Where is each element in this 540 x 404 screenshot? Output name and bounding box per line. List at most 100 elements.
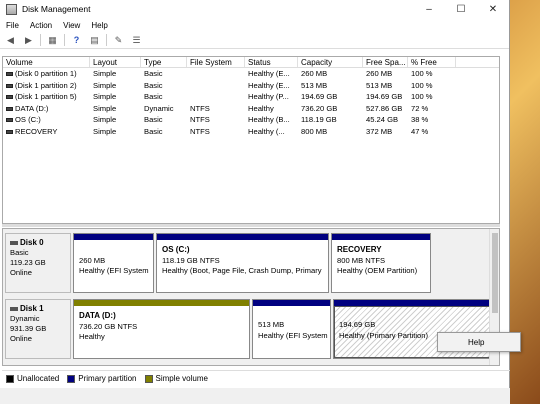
layout-cell: Simple: [93, 80, 117, 90]
column-volume[interactable]: Volume: [3, 57, 90, 67]
disk-management-window: Disk Management – ☐ ✕ File Action View H…: [0, 0, 510, 404]
close-icon[interactable]: ✕: [477, 0, 509, 18]
percent-free-cell: 100 %: [411, 92, 433, 101]
disk-state: Online: [10, 268, 32, 277]
volume-cell: OS (C:): [3, 114, 90, 126]
drive-icon: [6, 118, 13, 122]
percent-free-cell: 100 %: [411, 69, 433, 78]
volume-name: RECOVERY: [15, 126, 58, 136]
back-arrow-icon[interactable]: ◀: [4, 34, 17, 46]
percent-free-cell: 38 %: [411, 115, 429, 124]
column-free-space[interactable]: Free Spa...: [363, 57, 408, 67]
partition-data-d[interactable]: DATA (D:) 736.20 GB NTFS Healthy: [73, 299, 250, 359]
simple-volume-swatch: [144, 374, 153, 383]
table-row[interactable]: (Disk 0 partition 1) Simple Basic Health…: [3, 68, 499, 80]
partition-text: 513 MB Healthy (EFI System: [253, 306, 330, 341]
maximize-icon[interactable]: ☐: [445, 0, 477, 18]
toolbar: ◀ ▶ ▦ ? ▤ ✎ ☰: [0, 32, 509, 49]
menu-view[interactable]: View: [63, 21, 80, 30]
volume-cell: (Disk 1 partition 2): [3, 80, 90, 92]
layout-cell: Simple: [93, 69, 117, 78]
column-status[interactable]: Status: [245, 57, 298, 67]
menu-file[interactable]: File: [6, 21, 19, 30]
partition-status: Healthy (Boot, Page File, Crash Dump, Pr…: [162, 266, 322, 275]
scrollbar-thumb[interactable]: [492, 233, 498, 313]
table-row[interactable]: RECOVERY Simple Basic NTFS Healthy (... …: [3, 126, 499, 138]
partition-title: RECOVERY: [337, 245, 382, 254]
filesystem-cell: [187, 80, 245, 92]
partition-status: Healthy (OEM Partition): [337, 266, 418, 275]
filesystem-cell: [187, 91, 245, 103]
volume-list: Volume Layout Type File System Status Ca…: [2, 56, 500, 224]
volume-list-header: Volume Layout Type File System Status Ca…: [3, 57, 499, 68]
disk-1-label[interactable]: Disk 1 Dynamic 931.39 GB Online: [5, 299, 71, 359]
pane-splitter[interactable]: [2, 224, 500, 227]
partition-title: DATA (D:): [79, 311, 116, 320]
connect-icon[interactable]: ✎: [112, 34, 125, 46]
disk-graphical-view: Disk 0 Basic 119.23 GB Online 260 MB Hea…: [2, 228, 500, 366]
toolbar-separator: [64, 34, 65, 46]
filesystem-cell: NTFS: [190, 103, 210, 113]
volume-name: (Disk 0 partition 1): [15, 69, 77, 78]
capacity-cell: 194.69 GB: [301, 92, 338, 101]
status-cell: Healthy (E...: [248, 80, 290, 90]
partition-efi-disk1[interactable]: 513 MB Healthy (EFI System: [252, 299, 331, 359]
volume-name: OS (C:): [15, 115, 41, 124]
free-space-cell: 513 MB: [366, 80, 393, 90]
primary-partition-swatch: [67, 374, 76, 383]
type-cell: Basic: [144, 92, 163, 101]
menu-help[interactable]: Help: [91, 21, 107, 30]
disk-0-label[interactable]: Disk 0 Basic 119.23 GB Online: [5, 233, 71, 293]
view-list-icon[interactable]: ☰: [130, 34, 143, 46]
menu-action[interactable]: Action: [30, 21, 52, 30]
window-controls: – ☐ ✕: [413, 0, 509, 18]
properties-icon[interactable]: ▤: [88, 34, 101, 46]
type-cell: Dynamic: [144, 103, 174, 113]
column-layout[interactable]: Layout: [90, 57, 141, 67]
partition-recovery[interactable]: RECOVERY 800 MB NTFS Healthy (OEM Partit…: [331, 233, 431, 293]
filesystem-cell: NTFS: [190, 115, 210, 124]
legend-unallocated: Unallocated: [17, 374, 60, 383]
forward-arrow-icon[interactable]: ▶: [22, 34, 35, 46]
column-percent-free[interactable]: % Free: [408, 57, 456, 67]
layout-cell: Simple: [93, 92, 117, 101]
drive-icon: [6, 83, 13, 88]
volume-name: DATA (D:): [15, 103, 49, 113]
type-cell: Basic: [144, 80, 163, 90]
partition-text: RECOVERY 800 MB NTFS Healthy (OEM Partit…: [332, 240, 430, 277]
partition-os-c[interactable]: OS (C:) 118.19 GB NTFS Healthy (Boot, Pa…: [156, 233, 329, 293]
help-icon[interactable]: ?: [70, 34, 83, 46]
console-tree-icon[interactable]: ▦: [46, 34, 59, 46]
status-cell: Healthy (...: [248, 126, 285, 136]
drive-icon: [6, 106, 13, 111]
partition-status: Healthy (Primary Partition): [339, 330, 429, 340]
table-row[interactable]: (Disk 1 partition 5) Simple Basic Health…: [3, 91, 499, 103]
free-space-cell: 372 MB: [366, 126, 393, 136]
status-cell: Healthy (E...: [248, 69, 290, 78]
layout-cell: Simple: [93, 103, 117, 113]
partition-efi-disk0[interactable]: 260 MB Healthy (EFI System: [73, 233, 154, 293]
table-row[interactable]: (Disk 1 partition 2) Simple Basic Health…: [3, 80, 499, 92]
layout-cell: Simple: [93, 126, 117, 136]
unallocated-swatch: [6, 374, 14, 383]
column-capacity[interactable]: Capacity: [298, 57, 363, 67]
table-row[interactable]: OS (C:) Simple Basic NTFS Healthy (B... …: [3, 114, 499, 126]
column-type[interactable]: Type: [141, 57, 187, 67]
disk-type: Dynamic: [10, 314, 40, 323]
partition-size: 118.19 GB NTFS: [162, 255, 220, 265]
partition-status: Healthy (EFI System: [258, 330, 328, 340]
capacity-cell: 118.19 GB: [301, 115, 337, 124]
drive-icon: [6, 129, 13, 134]
percent-free-cell: 47 %: [411, 126, 429, 136]
disk-1-row: Disk 1 Dynamic 931.39 GB Online DATA (D:…: [5, 299, 493, 359]
partition-size: 513 MB: [258, 320, 285, 329]
volume-name: (Disk 1 partition 5): [15, 92, 77, 101]
table-row[interactable]: DATA (D:) Simple Dynamic NTFS Healthy 73…: [3, 103, 499, 115]
partition-size: 800 MB NTFS: [337, 255, 386, 265]
minimize-icon[interactable]: –: [413, 0, 445, 18]
free-space-cell: 527.86 GB: [366, 103, 403, 113]
percent-free-cell: 100 %: [411, 80, 433, 90]
column-file-system[interactable]: File System: [187, 57, 245, 67]
context-menu-help[interactable]: Help: [468, 338, 484, 347]
menu-bar: File Action View Help: [0, 18, 509, 32]
